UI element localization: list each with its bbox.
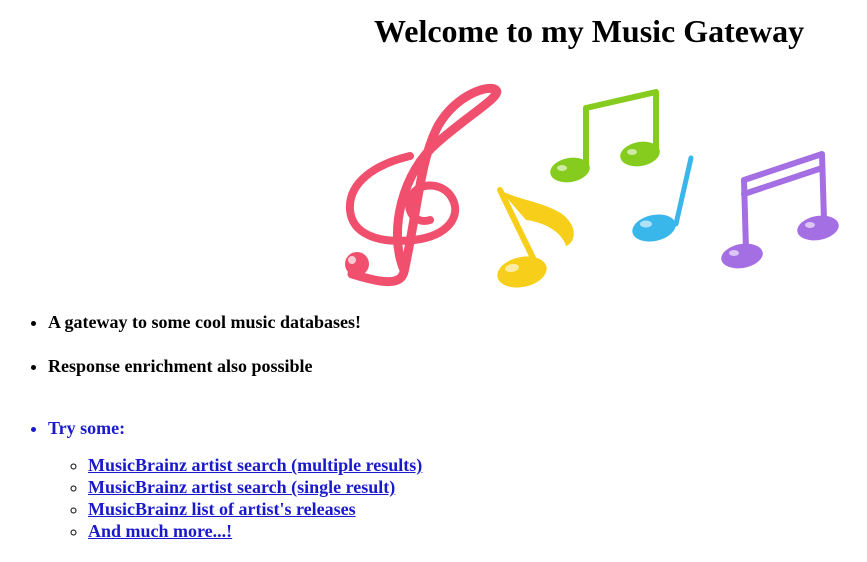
link-artist-search-single[interactable]: MusicBrainz artist search (single result… [88,477,395,497]
try-some-section: Try some: MusicBrainz artist search (mul… [48,414,422,542]
page-title: Welcome to my Music Gateway [374,13,805,49]
link-artist-releases[interactable]: MusicBrainz list of artist's releases [88,499,356,519]
list-item: MusicBrainz list of artist's releases [88,498,422,520]
list-item: And much more...! [88,520,422,542]
feature-item: A gateway to some cool music databases! [48,308,422,336]
list-item: MusicBrainz artist search (single result… [88,476,422,498]
eighth-note-blue-icon [632,155,694,242]
feature-item: Response enrichment also possible [48,352,422,380]
beamed-notes-green-icon [550,89,660,183]
eighth-note-yellow-icon [497,187,574,288]
link-artist-search-multiple[interactable]: MusicBrainz artist search (multiple resu… [88,455,422,475]
list-item: MusicBrainz artist search (multiple resu… [88,454,422,476]
feature-list: A gateway to some cool music databases! … [0,308,422,542]
music-notes-icon [345,83,839,288]
example-links-list: MusicBrainz artist search (multiple resu… [48,454,422,542]
link-much-more[interactable]: And much more...! [88,521,232,541]
page: Welcome to my Music Gateway • A gateway … [0,0,867,562]
beamed-notes-purple-icon [721,151,839,269]
try-some-label: Try some: [48,418,126,438]
treble-clef-icon [345,83,502,287]
